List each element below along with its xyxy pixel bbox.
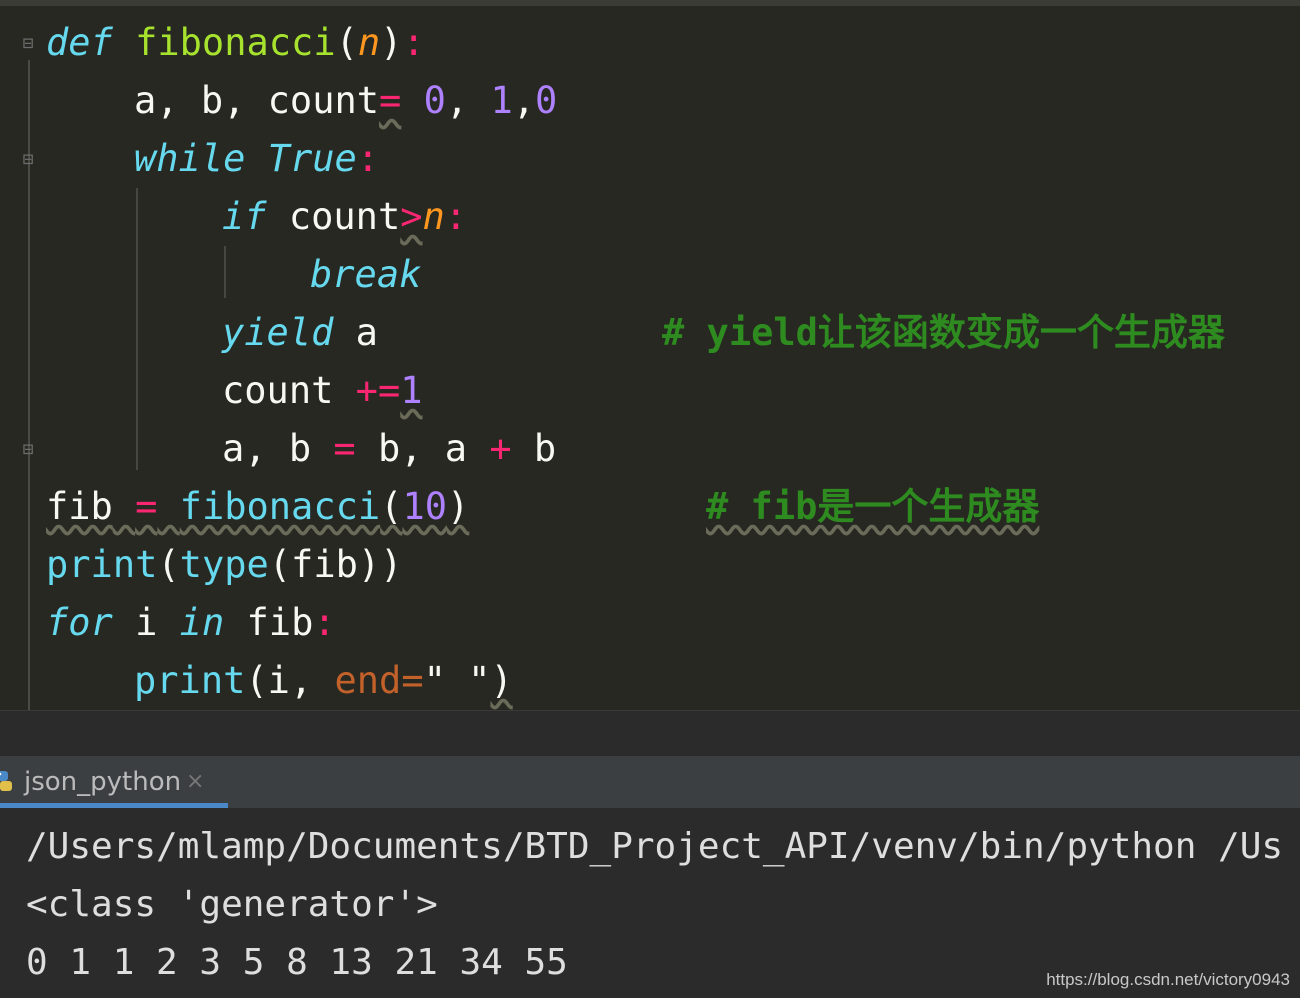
code-token: 1 [400,369,423,412]
code-token: if [222,195,267,238]
code-token: " " [423,659,491,702]
console-line: <class 'generator'> [26,884,438,925]
code-token: : [356,137,380,180]
fold-toggle-icon[interactable]: ⊟ [17,146,39,174]
code-token: yield [222,311,334,354]
code-token: = [333,427,356,470]
code-line-4[interactable]: if count>n: [222,188,467,246]
code-line-7[interactable]: count +=1 [222,362,423,420]
editor-top-edge [0,0,1300,6]
close-icon[interactable]: × [186,756,204,808]
code-token: b [533,427,557,470]
code-token: a, b [222,427,312,470]
code-line-12[interactable]: print(i, end=" ") [134,652,513,710]
code-token: while [134,137,246,180]
code-line-11[interactable]: for i in fib: [46,594,336,652]
code-token: fib [246,601,314,644]
code-line-3[interactable]: while True: [134,130,379,188]
code-token: count [288,195,401,238]
code-token: ) [447,485,470,528]
code-token: True [267,137,357,180]
code-token: (i, [245,659,335,702]
code-token: a [355,311,378,354]
code-token: type [179,543,269,586]
code-token: 10 [402,485,447,528]
code-token: fibonacci [135,21,336,64]
code-token: n [357,21,381,64]
console-line: /Users/mlamp/Documents/BTD_Project_API/v… [26,826,1284,867]
code-token: a, b, count [134,79,380,122]
code-token: break [310,253,422,296]
code-token: : [444,195,468,238]
code-token: fib [46,485,113,528]
watermark: https://blog.csdn.net/victory0943 [1046,970,1290,989]
indent-guide [136,188,138,470]
tab-label: json_python [24,767,182,797]
code-token: print [134,659,246,702]
code-token: end [334,659,402,702]
code-token: : [313,601,336,644]
code-token: ( [335,21,358,64]
fold-toggle-icon[interactable]: ⊟ [17,30,39,58]
run-tab-bar: json_python × [0,756,1300,809]
code-token: = [379,79,402,122]
code-token: in [179,601,225,644]
code-token: b, a [377,427,468,470]
panel-divider[interactable] [0,710,1300,757]
code-token: fibonacci [179,485,381,528]
code-token: + [489,427,512,470]
python-icon [0,771,12,791]
code-token: += [355,369,401,412]
code-token: i [135,601,158,644]
code-line-10[interactable]: print(type(fib)) [46,536,402,594]
tab-json-python[interactable]: json_python × [0,756,228,808]
code-line-6[interactable]: yield a [222,304,378,362]
code-token: 1 [490,79,513,122]
code-comment: # yield让该函数变成一个生成器 [662,311,1225,354]
code-token: ) [490,659,513,702]
code-line-1[interactable]: def fibonacci(n): [46,14,425,72]
code-token: ( [380,485,403,528]
console-line: 0 1 1 2 3 5 8 13 21 34 55 [26,942,568,983]
code-token: for [46,601,113,644]
code-token: (fib)) [268,543,403,586]
code-token: = [135,485,158,528]
code-token: , [512,79,536,122]
code-token: > [400,195,423,238]
code-token: n [422,195,445,238]
code-token: ( [157,543,180,586]
code-line-8[interactable]: a, b = b, a + b [222,420,556,478]
code-line-5[interactable]: break [310,246,421,304]
fold-end-icon[interactable]: ⊟ [17,436,39,464]
indent-guide [224,246,226,298]
code-token: count [222,369,334,412]
code-editor[interactable]: ⊟ ⊟ ⊟ def fibonacci(n): a, b, count= 0, … [0,0,1300,710]
code-token: print [46,543,158,586]
code-token: 0 [423,79,446,122]
code-token: ) [380,21,403,64]
code-token: def [46,21,113,64]
code-token: , [445,79,491,122]
code-token: : [402,21,425,64]
code-line-2[interactable]: a, b, count= 0, 1,0 [134,72,557,130]
code-line-9[interactable]: fib = fibonacci(10) [46,478,469,536]
code-token: 0 [535,79,558,122]
code-token: = [401,659,424,702]
code-comment: # fib是一个生成器 [706,485,1040,528]
